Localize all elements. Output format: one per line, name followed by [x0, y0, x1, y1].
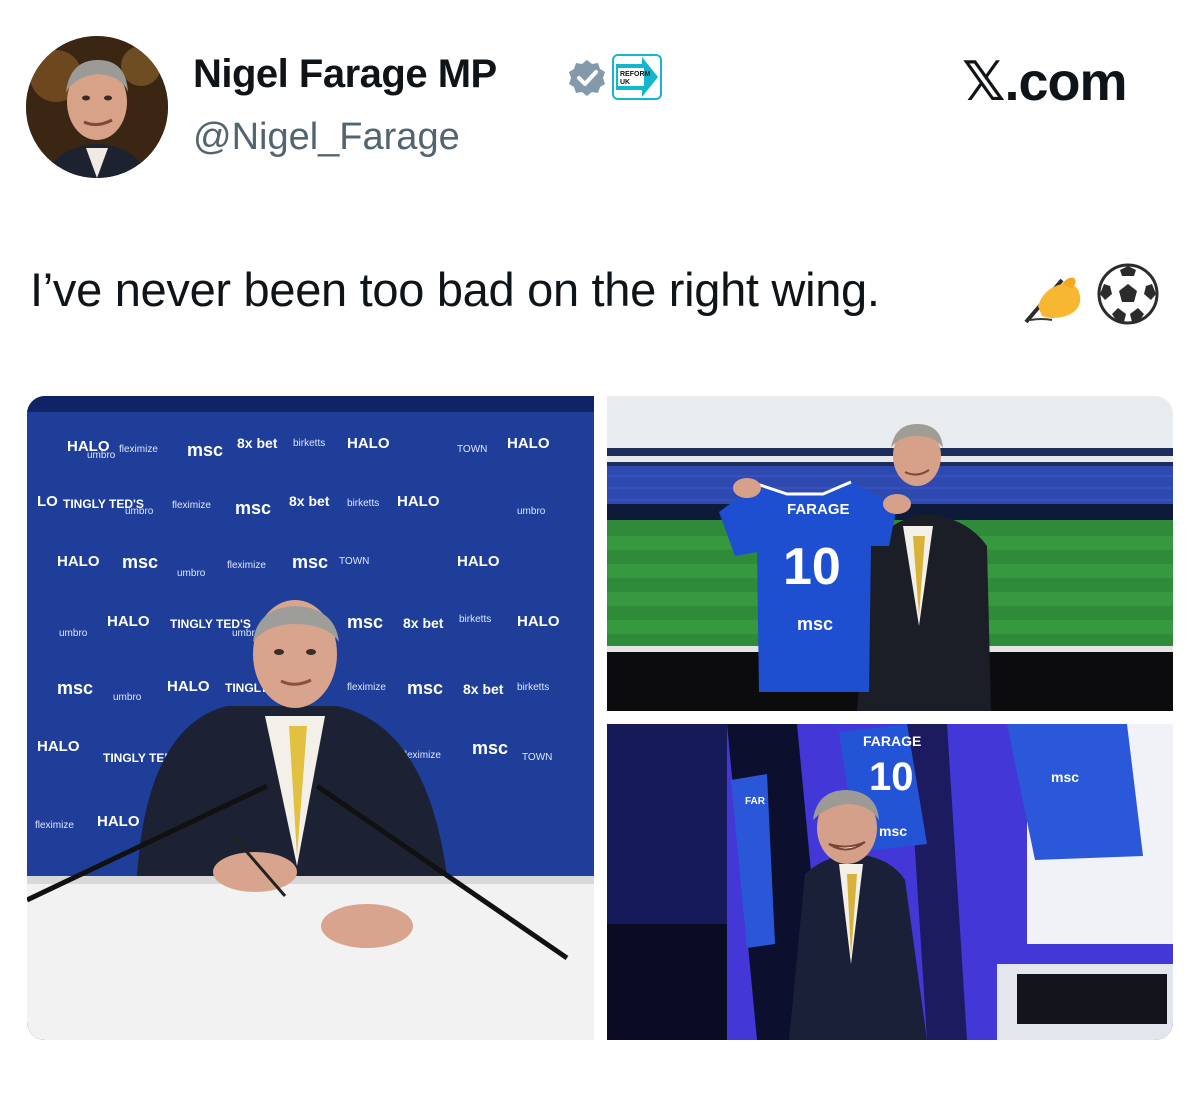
svg-text:umbro: umbro: [125, 506, 154, 517]
svg-text:TOWN: TOWN: [339, 556, 369, 567]
svg-text:HALO: HALO: [107, 613, 150, 630]
svg-text:msc: msc: [472, 738, 508, 758]
svg-text:fleximize: fleximize: [227, 560, 266, 571]
svg-text:fleximize: fleximize: [172, 500, 211, 511]
svg-text:birketts: birketts: [459, 614, 491, 625]
svg-text:msc: msc: [57, 678, 93, 698]
tweet-text: I’ve never been too bad on the right win…: [30, 263, 880, 316]
svg-text:umbro: umbro: [113, 692, 142, 703]
svg-text:HALO: HALO: [57, 553, 100, 570]
svg-text:umbro: umbro: [517, 506, 546, 517]
svg-text:8x bet: 8x bet: [289, 493, 330, 509]
svg-text:HALO: HALO: [347, 435, 390, 452]
svg-text:msc: msc: [1051, 769, 1079, 785]
author-avatar[interactable]: [26, 36, 168, 178]
svg-text:fleximize: fleximize: [35, 820, 74, 831]
dressing-room-shirt-name: FARAGE: [863, 733, 921, 749]
verified-badge-icon[interactable]: [567, 58, 607, 98]
svg-text:8x bet: 8x bet: [237, 435, 278, 451]
svg-text:HALO: HALO: [167, 678, 210, 695]
svg-text:msc: msc: [347, 612, 383, 632]
svg-text:fleximize: fleximize: [119, 444, 158, 455]
media-photo-dressing-room[interactable]: FAR FARAGE 10 msc msc: [607, 724, 1173, 1040]
shirt-number-text: 10: [783, 538, 841, 596]
dressing-room-shirt-sponsor: msc: [879, 823, 907, 839]
svg-text:LO: LO: [37, 493, 58, 510]
svg-text:HALO: HALO: [37, 738, 80, 755]
svg-text:birketts: birketts: [517, 682, 549, 693]
dressing-room-shirt-number: 10: [869, 755, 914, 799]
party-badge-line2: UK: [620, 79, 630, 86]
svg-text:8x bet: 8x bet: [463, 681, 504, 697]
avatar-portrait-icon: [26, 36, 168, 178]
media-photo-stadium-shirt[interactable]: FARAGE 10 msc: [607, 396, 1173, 711]
svg-text:FAR: FAR: [745, 796, 766, 807]
svg-text:msc: msc: [187, 440, 223, 460]
svg-text:msc: msc: [292, 552, 328, 572]
svg-text:TOWN: TOWN: [457, 444, 487, 455]
shirt-name-text: FARAGE: [787, 501, 850, 518]
media-photo-press-conference[interactable]: HALO HALO HALO LO HALO HALO HALO HALO HA…: [27, 396, 594, 1040]
svg-text:birketts: birketts: [347, 498, 379, 509]
reform-uk-badge-icon[interactable]: REFORM UK: [612, 54, 662, 100]
svg-text:birketts: birketts: [293, 438, 325, 449]
svg-text:HALO: HALO: [97, 813, 140, 830]
svg-text:HALO: HALO: [507, 435, 550, 452]
svg-text:TOWN: TOWN: [522, 752, 552, 763]
x-brand-logo: 𝕏.com: [962, 52, 1128, 112]
svg-text:umbro: umbro: [59, 628, 88, 639]
svg-text:umbro: umbro: [177, 568, 206, 579]
svg-text:8x bet: 8x bet: [403, 615, 444, 631]
svg-text:HALO: HALO: [517, 613, 560, 630]
svg-text:HALO: HALO: [397, 493, 440, 510]
shirt-sponsor-text: msc: [797, 614, 833, 634]
writing-hand-emoji-icon: [1024, 277, 1081, 324]
soccer-ball-emoji-icon: [1097, 263, 1159, 325]
svg-text:msc: msc: [122, 552, 158, 572]
svg-text:fleximize: fleximize: [347, 682, 386, 693]
svg-text:HALO: HALO: [457, 553, 500, 570]
author-name[interactable]: Nigel Farage MP: [193, 52, 497, 97]
svg-text:msc: msc: [407, 678, 443, 698]
svg-text:umbro: umbro: [87, 450, 116, 461]
author-handle[interactable]: @Nigel_Farage: [193, 116, 460, 159]
party-badge-line1: REFORM: [620, 71, 651, 78]
svg-text:msc: msc: [235, 498, 271, 518]
